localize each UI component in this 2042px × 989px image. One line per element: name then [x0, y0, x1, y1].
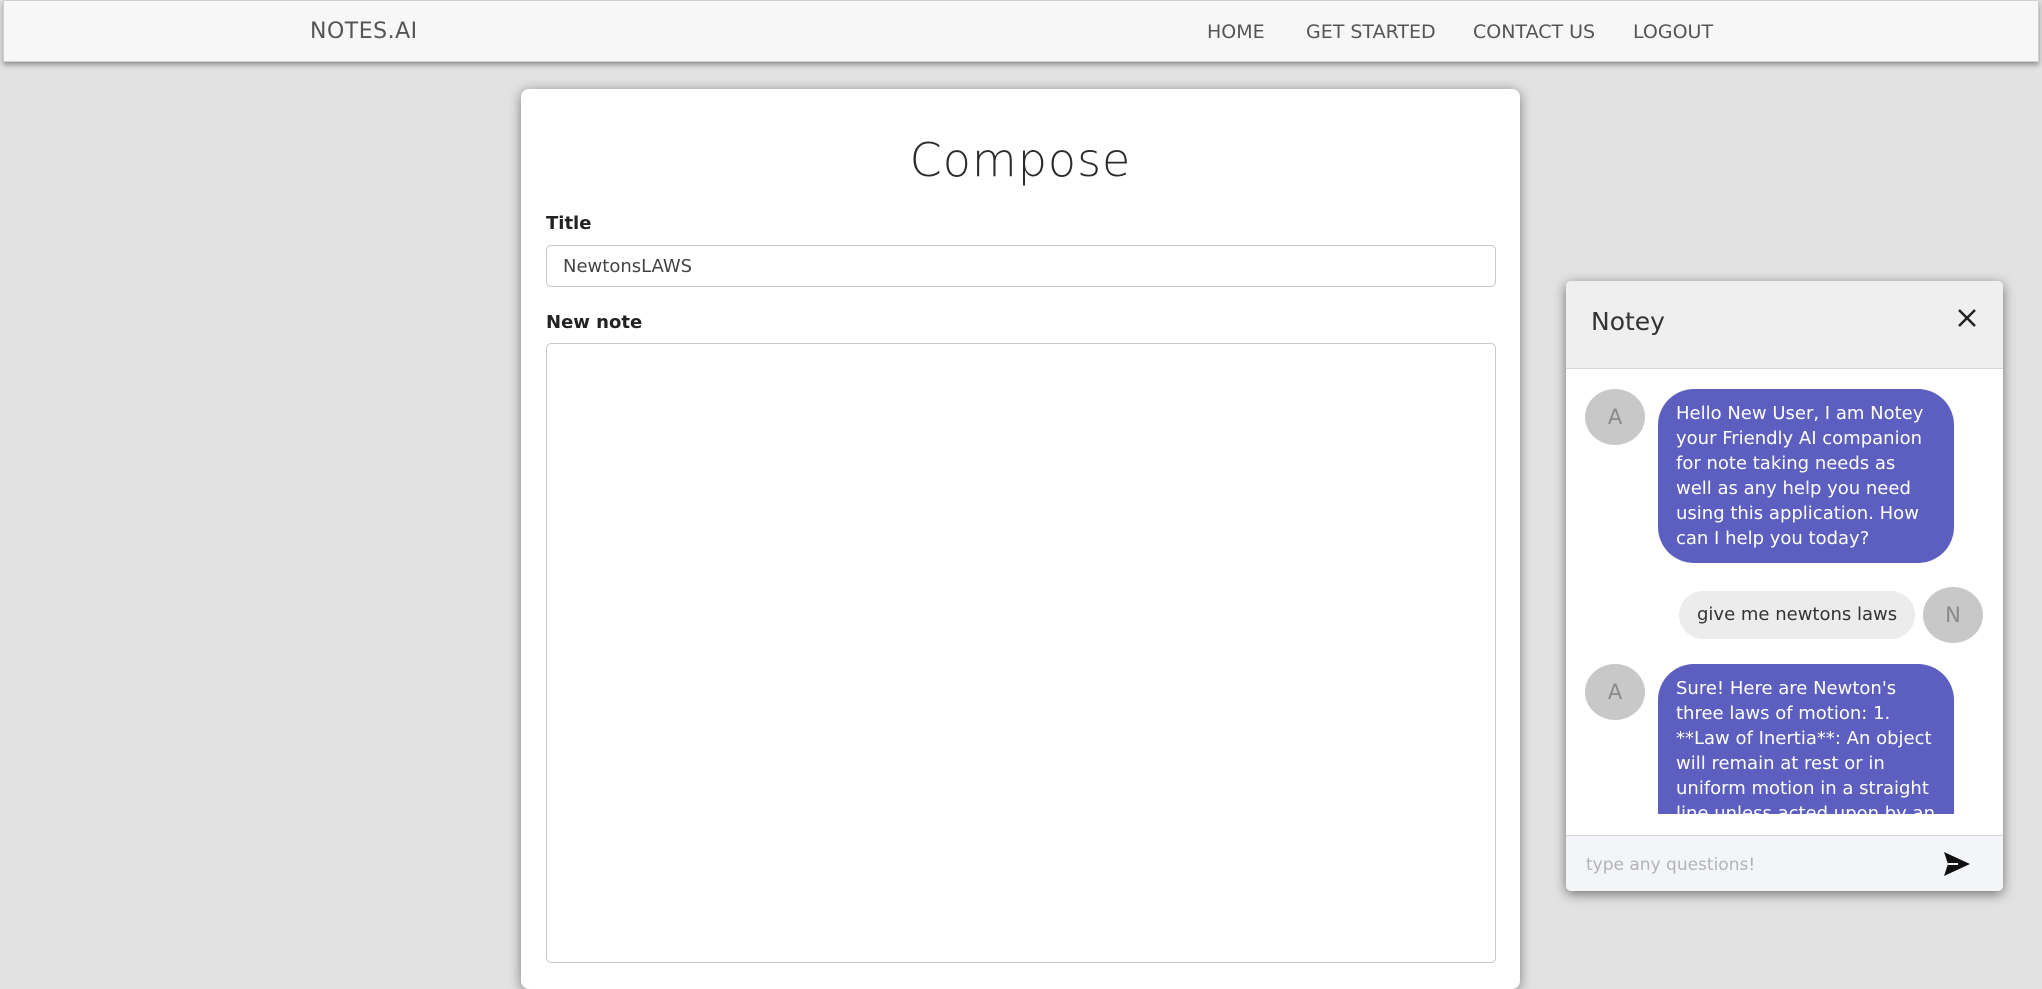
user-avatar: N: [1923, 587, 1983, 643]
bot-message: Sure! Here are Newton's three laws of mo…: [1658, 664, 1954, 814]
send-icon[interactable]: [1942, 850, 1972, 878]
nav-home-link[interactable]: HOME: [1207, 21, 1265, 43]
new-note-textarea[interactable]: [546, 343, 1496, 963]
chat-input-bar: [1566, 835, 2003, 891]
chat-header: Notey: [1566, 281, 2003, 369]
user-message: give me newtons laws: [1679, 591, 1916, 639]
nav-get-started-link[interactable]: GET STARTED: [1306, 21, 1436, 43]
title-label: Title: [546, 213, 592, 234]
nav-logout-link[interactable]: LOGOUT: [1633, 21, 1713, 43]
compose-card: Compose Title New note: [521, 89, 1520, 989]
compose-heading: Compose: [909, 133, 1132, 187]
title-input[interactable]: [546, 245, 1496, 287]
bot-message: Hello New User, I am Notey your Friendly…: [1658, 389, 1954, 563]
chat-question-input[interactable]: [1584, 846, 1928, 884]
brand-logo[interactable]: NOTES.AI: [310, 19, 418, 44]
bot-avatar: A: [1585, 389, 1645, 445]
chat-messages[interactable]: A Hello New User, I am Notey your Friend…: [1566, 369, 2003, 814]
nav-contact-us-link[interactable]: CONTACT US: [1473, 21, 1595, 43]
top-navbar: NOTES.AI HOME GET STARTED CONTACT US LOG…: [3, 0, 2039, 62]
chat-title: Notey: [1591, 307, 1665, 336]
bot-avatar: A: [1585, 664, 1645, 720]
close-icon[interactable]: [1952, 303, 1982, 333]
chat-widget: Notey A Hello New User, I am Notey your …: [1566, 281, 2003, 891]
new-note-label: New note: [546, 312, 643, 333]
